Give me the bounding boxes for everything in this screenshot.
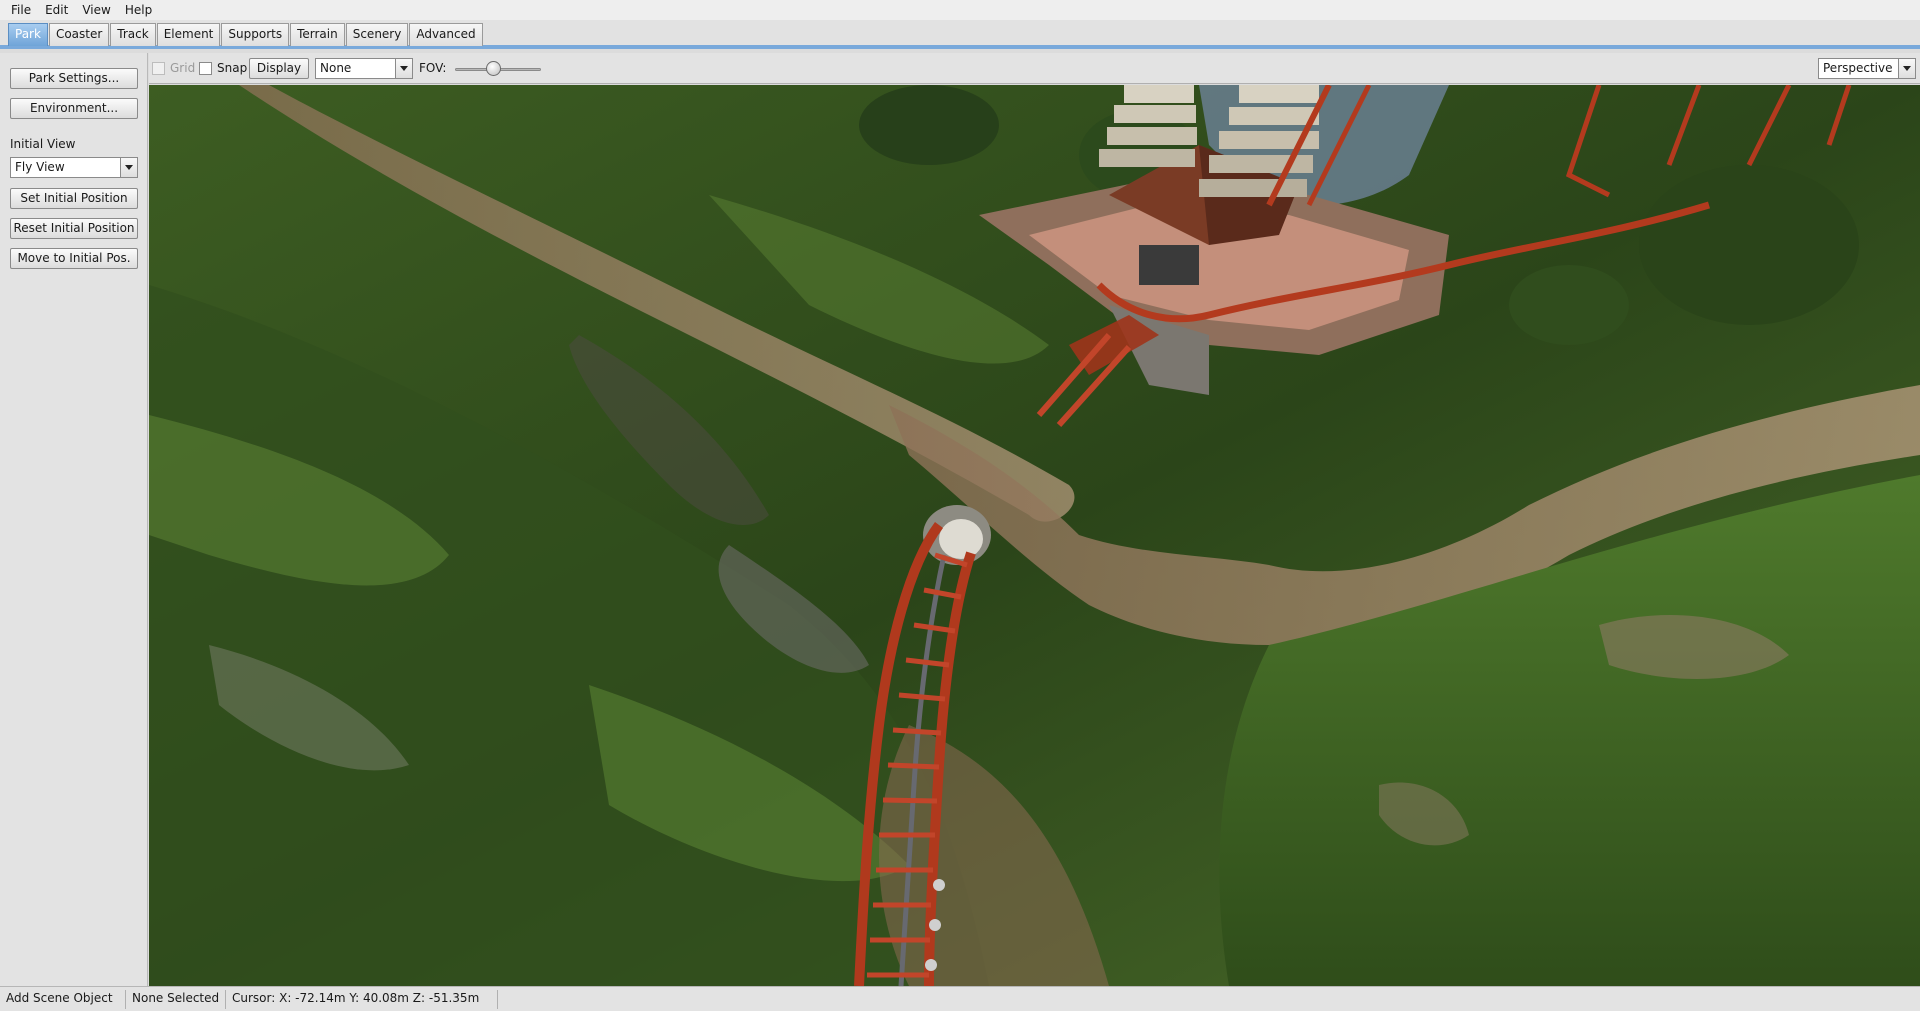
snap-label: Snap <box>217 61 248 75</box>
menu-help[interactable]: Help <box>118 0 159 20</box>
display-mode-select[interactable]: None <box>315 58 413 79</box>
park-settings-button[interactable]: Park Settings... <box>10 68 138 89</box>
fov-slider-thumb[interactable] <box>486 61 502 76</box>
grid-checkbox[interactable] <box>152 62 165 75</box>
editor-tab-bar: Park Coaster Track Element Supports Terr… <box>0 20 1920 49</box>
menu-edit[interactable]: Edit <box>38 0 75 20</box>
tree <box>859 85 999 165</box>
display-mode-value: None <box>320 61 352 75</box>
snap-checkbox[interactable] <box>199 62 212 75</box>
reset-initial-position-button[interactable]: Reset Initial Position <box>10 218 138 239</box>
set-initial-position-button[interactable]: Set Initial Position <box>10 188 138 209</box>
initial-view-value: Fly View <box>15 160 65 174</box>
tab-scenery[interactable]: Scenery <box>345 23 409 46</box>
status-bar: Add Scene Object None Selected Cursor: X… <box>0 986 1920 1011</box>
tab-element[interactable]: Element <box>156 23 221 46</box>
tab-park[interactable]: Park <box>8 23 48 46</box>
environment-button[interactable]: Environment... <box>10 98 138 119</box>
menu-file[interactable]: File <box>4 0 38 20</box>
tab-supports[interactable]: Supports <box>221 23 290 46</box>
park-scene-render <box>149 85 1920 986</box>
chevron-down-icon[interactable] <box>395 59 412 78</box>
tab-track[interactable]: Track <box>110 23 156 46</box>
status-mode: Add Scene Object <box>0 990 126 1009</box>
display-button[interactable]: Display <box>249 58 309 79</box>
projection-value: Perspective <box>1823 61 1893 75</box>
move-to-initial-position-button[interactable]: Move to Initial Pos. <box>10 248 138 269</box>
tree <box>1509 265 1629 345</box>
tab-advanced[interactable]: Advanced <box>409 23 483 46</box>
projection-select[interactable]: Perspective <box>1818 58 1916 79</box>
initial-view-label: Initial View <box>10 137 76 151</box>
grid-label: Grid <box>170 61 196 75</box>
menu-view[interactable]: View <box>75 0 117 20</box>
tab-terrain[interactable]: Terrain <box>290 23 345 46</box>
status-selection: None Selected <box>126 990 226 1009</box>
viewport-toolbar: Grid Snap Display None FOV: Perspective <box>149 53 1920 84</box>
fov-label: FOV: <box>419 61 447 75</box>
menu-bar: File Edit View Help <box>0 0 1920 20</box>
park-side-panel: Park Settings... Environment... Initial … <box>0 53 148 986</box>
initial-view-select[interactable]: Fly View <box>10 157 138 178</box>
chevron-down-icon[interactable] <box>120 158 137 177</box>
tab-coaster[interactable]: Coaster <box>48 23 110 46</box>
station-entrance <box>1139 245 1199 285</box>
3d-viewport[interactable] <box>149 85 1920 986</box>
tunnel-opening <box>939 519 983 559</box>
status-cursor-coordinates: Cursor: X: -72.14m Y: 40.08m Z: -51.35m <box>226 990 498 1009</box>
chevron-down-icon[interactable] <box>1898 59 1915 78</box>
tree <box>1639 165 1859 325</box>
